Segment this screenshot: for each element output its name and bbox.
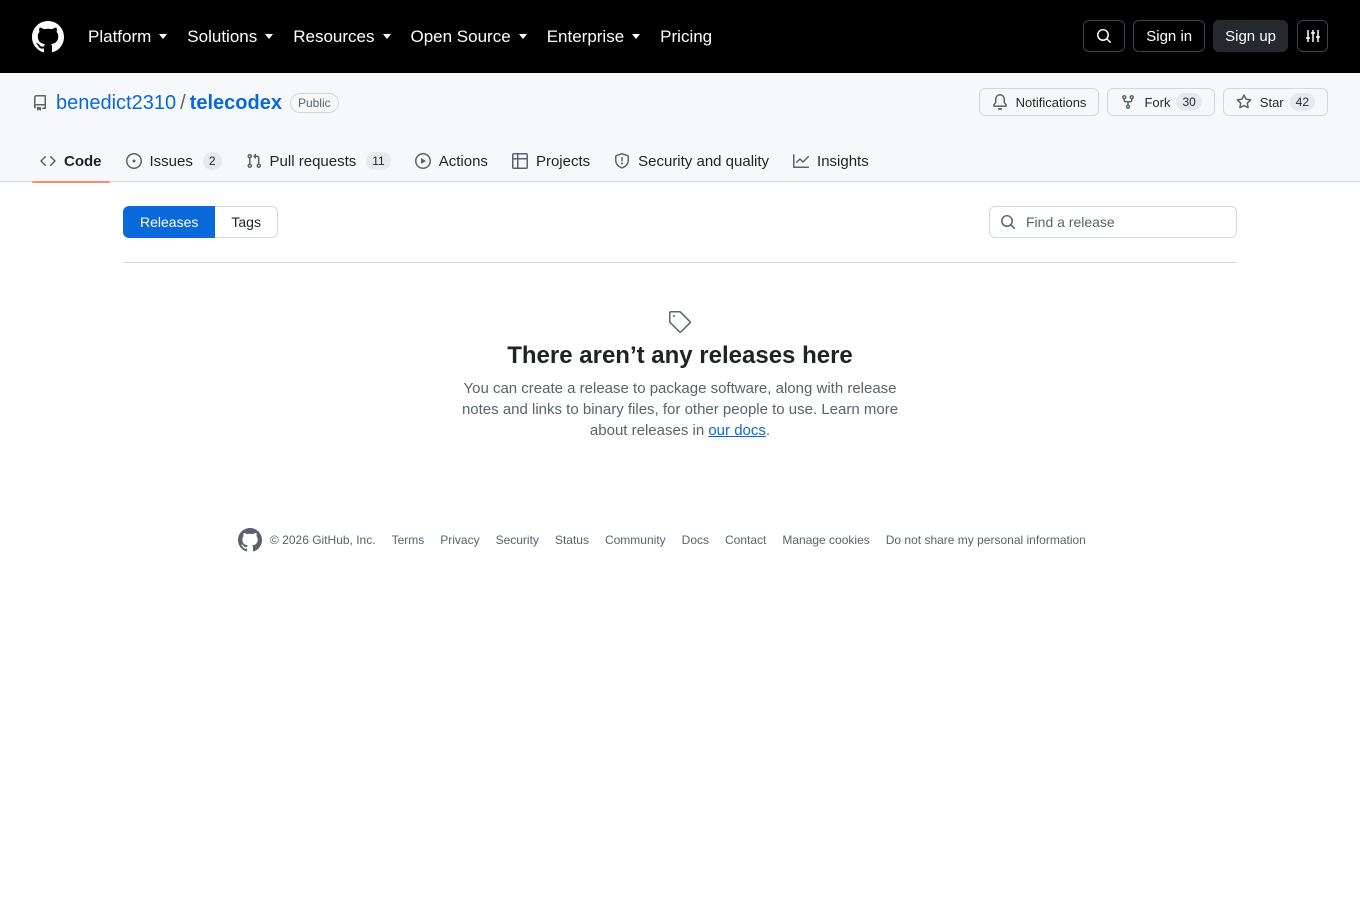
nav-platform-label: Platform (88, 26, 152, 46)
tags-tab[interactable]: Tags (215, 206, 278, 238)
chevron-down-icon (159, 34, 168, 39)
table-icon (511, 153, 528, 169)
notifications-button[interactable]: Notifications (978, 88, 1100, 116)
nav-enterprise[interactable]: Enterprise (546, 26, 641, 47)
shield-icon (615, 153, 630, 169)
footer-link-status[interactable]: Status (555, 533, 589, 547)
fork-count: 30 (1176, 93, 1202, 111)
tab-pull-requests[interactable]: Pull requests 11 (238, 140, 399, 182)
fork-button[interactable]: Fork 30 (1107, 88, 1215, 116)
tab-actions-label: Actions (438, 152, 488, 170)
search-button[interactable] (1083, 20, 1126, 52)
nav-solutions[interactable]: Solutions (187, 26, 274, 47)
search-icon (1001, 215, 1016, 230)
nav-open-source[interactable]: Open Source (411, 27, 527, 47)
repo-icon (32, 95, 48, 111)
notifications-label: Notifications (1015, 94, 1087, 110)
tab-code[interactable]: Code (32, 140, 110, 183)
find-release-input[interactable] (1026, 214, 1226, 230)
star-count: 42 (1289, 93, 1315, 111)
tab-pull-requests-label: Pull requests (269, 152, 357, 170)
issues-count: 2 (202, 152, 222, 170)
star-icon (1236, 94, 1252, 109)
path-separator: / (180, 91, 186, 114)
pull-requests-count: 11 (366, 152, 391, 170)
repo-name-link[interactable]: telecodex (190, 92, 282, 115)
nav-platform[interactable]: Platform (88, 26, 168, 47)
sign-in-button[interactable]: Sign in (1133, 20, 1206, 52)
release-search[interactable] (989, 206, 1237, 238)
star-button[interactable]: Star 42 (1222, 88, 1328, 116)
global-nav: Platform Solutions Resources Open Source… (88, 0, 732, 73)
nav-open-source-label: Open Source (410, 26, 511, 46)
tab-projects[interactable]: Projects (504, 140, 598, 182)
nav-resources[interactable]: Resources (293, 26, 391, 47)
sliders-icon (1305, 30, 1320, 42)
nav-pricing[interactable]: Pricing (660, 27, 712, 47)
pull-request-icon (247, 153, 261, 169)
play-icon (414, 153, 431, 169)
appearance-settings-button[interactable] (1297, 20, 1328, 52)
tag-icon (123, 310, 1237, 334)
footer-link-terms[interactable]: Terms (392, 533, 425, 547)
github-logo-icon[interactable] (32, 20, 64, 53)
fork-label: Fork (1144, 94, 1171, 110)
footer-link-docs[interactable]: Docs (682, 533, 709, 547)
tab-code-label: Code (64, 152, 102, 170)
tab-actions[interactable]: Actions (407, 140, 496, 182)
repo-owner-link[interactable]: benedict2310 (56, 92, 176, 115)
footer-link-security[interactable]: Security (496, 533, 539, 547)
chevron-down-icon (382, 34, 391, 39)
tab-issues-label: Issues (149, 152, 193, 170)
divider (123, 262, 1237, 263)
releases-tags-toggle: Releases Tags (123, 206, 278, 238)
chevron-down-icon (518, 34, 527, 39)
github-mark-icon[interactable] (238, 528, 262, 552)
tab-security-label: Security and quality (638, 152, 770, 170)
tab-insights-label: Insights (817, 152, 869, 170)
tab-projects-label: Projects (535, 152, 591, 170)
tab-insights[interactable]: Insights (785, 140, 877, 182)
footer: © 2026 GitHub, Inc. Terms Privacy Securi… (238, 528, 1102, 552)
bell-icon (992, 94, 1007, 110)
chevron-down-icon (265, 34, 274, 39)
footer-link-manage-cookies[interactable]: Manage cookies (782, 533, 869, 547)
nav-enterprise-label: Enterprise (546, 26, 625, 46)
blankslate-end: . (765, 422, 771, 439)
tab-issues[interactable]: Issues 2 (118, 140, 230, 182)
nav-resources-label: Resources (293, 26, 375, 46)
blankslate: There aren’t any releases here You can c… (123, 310, 1237, 441)
fork-icon (1122, 95, 1135, 110)
issue-icon (125, 153, 142, 169)
tab-security[interactable]: Security and quality (606, 140, 777, 182)
repo-tabs: Code Issues 2 Pull requests 11 Actions P… (32, 140, 885, 183)
nav-solutions-label: Solutions (187, 26, 258, 46)
search-icon (1097, 29, 1112, 44)
blankslate-title: There aren’t any releases here (507, 342, 853, 369)
releases-tab[interactable]: Releases (123, 206, 216, 238)
footer-link-do-not-share[interactable]: Do not share my personal information (886, 533, 1086, 547)
header-actions: Sign in Sign up (1083, 20, 1328, 52)
repo-title: benedict2310 / telecodex Public (32, 91, 339, 115)
blankslate-description: You can create a release to package soft… (445, 378, 915, 441)
footer-link-privacy[interactable]: Privacy (440, 533, 479, 547)
repo-actions: Notifications Fork 30 Star 42 (971, 88, 1328, 116)
chevron-down-icon (632, 34, 641, 39)
docs-link[interactable]: our docs (708, 422, 766, 439)
blankslate-body: You can create a release to package soft… (461, 380, 899, 439)
footer-link-contact[interactable]: Contact (725, 533, 766, 547)
graph-icon (793, 154, 810, 168)
copyright: © 2026 GitHub, Inc. (270, 533, 376, 547)
code-icon (40, 155, 56, 167)
nav-pricing-label: Pricing (660, 26, 713, 46)
footer-link-community[interactable]: Community (605, 533, 666, 547)
global-header: Platform Solutions Resources Open Source… (0, 0, 1360, 73)
visibility-badge: Public (289, 93, 339, 113)
sign-up-button[interactable]: Sign up (1213, 20, 1288, 52)
star-label: Star (1259, 94, 1284, 110)
repository-header: benedict2310 / telecodex Public Notifica… (0, 73, 1360, 183)
